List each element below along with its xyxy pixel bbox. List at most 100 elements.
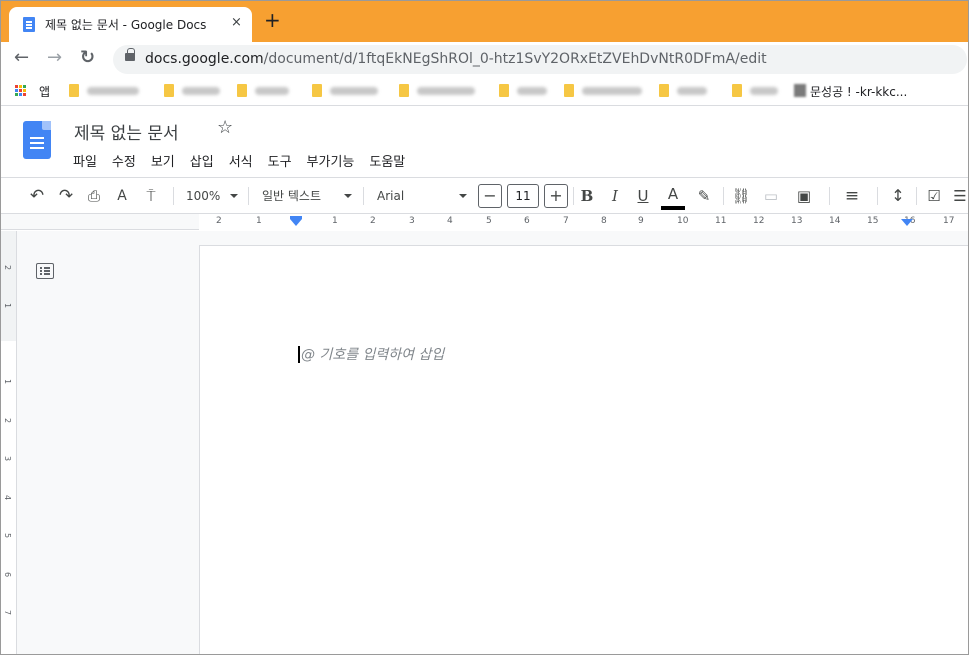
right-indent-handle[interactable] bbox=[901, 219, 913, 226]
align-left-icon[interactable]: ≡ bbox=[837, 185, 867, 207]
text-color-button[interactable]: A bbox=[663, 183, 683, 205]
separator bbox=[877, 187, 878, 205]
paint-format-icon[interactable]: ⍑ bbox=[141, 185, 161, 207]
style-value: 일반 텍스트 bbox=[262, 189, 322, 203]
ruler-label: 1 bbox=[256, 216, 262, 226]
blurred-label bbox=[517, 87, 547, 95]
document-page[interactable]: @ 기호를 입력하여 삽입 bbox=[199, 245, 968, 654]
docs-logo-icon[interactable] bbox=[23, 121, 51, 159]
forward-icon[interactable]: → bbox=[47, 47, 62, 69]
folder-icon bbox=[564, 84, 574, 97]
ruler-label: 10 bbox=[677, 216, 689, 226]
redo-icon[interactable]: ↷ bbox=[56, 185, 76, 207]
ruler-label: 17 bbox=[943, 216, 955, 226]
bookmark-folder[interactable] bbox=[312, 83, 392, 99]
bulleted-list-icon[interactable]: ☰ bbox=[952, 185, 968, 207]
decrease-font-size-button[interactable]: − bbox=[478, 184, 502, 208]
back-icon[interactable]: ← bbox=[14, 47, 29, 69]
address-bar[interactable]: docs.google.com/document/d/1ftqEkNEgShRO… bbox=[113, 45, 967, 74]
ruler-label: 14 bbox=[829, 216, 841, 226]
vruler-label: 2 bbox=[3, 417, 13, 424]
document-outline-icon[interactable] bbox=[36, 263, 54, 279]
paragraph-style-select[interactable]: 일반 텍스트 bbox=[262, 185, 356, 207]
document-title[interactable]: 제목 없는 문서 bbox=[74, 119, 179, 144]
docs-header: 제목 없는 문서 ☆ 파일 수정 보기 삽입 서식 도구 부가기능 도움말 bbox=[1, 107, 968, 177]
star-icon[interactable]: ☆ bbox=[217, 117, 233, 138]
chevron-down-icon bbox=[459, 194, 467, 198]
document-canvas: 2 1 1 2 3 4 5 6 7 @ 기호를 입력하여 삽입 bbox=[1, 231, 968, 654]
apps-label[interactable]: 앱 bbox=[39, 83, 50, 100]
separator bbox=[829, 187, 830, 205]
vruler-label: 4 bbox=[3, 494, 13, 501]
bookmarks-bar: 앱 문성공 ! -kr-kkc... bbox=[1, 77, 968, 106]
undo-icon[interactable]: ↶ bbox=[27, 185, 47, 207]
bookmark-folder[interactable] bbox=[69, 83, 149, 99]
blurred-label bbox=[87, 87, 139, 95]
vruler-label: 1 bbox=[3, 302, 13, 309]
browser-tab[interactable]: 제목 없는 문서 - Google Docs × bbox=[9, 7, 252, 42]
blurred-label bbox=[182, 87, 220, 95]
bookmark-folder[interactable] bbox=[564, 83, 648, 99]
menu-help[interactable]: 도움말 bbox=[369, 151, 405, 171]
underline-button[interactable]: U bbox=[633, 185, 653, 207]
font-value: Arial bbox=[377, 189, 405, 203]
ruler-label: 12 bbox=[753, 216, 765, 226]
ruler-label: 8 bbox=[601, 216, 607, 226]
menu-file[interactable]: 파일 bbox=[73, 151, 97, 171]
insert-image-icon[interactable]: ▣ bbox=[789, 185, 819, 207]
apps-grid-icon[interactable] bbox=[15, 85, 27, 97]
checklist-icon[interactable]: ☑ bbox=[924, 185, 944, 207]
ruler-label: 15 bbox=[867, 216, 879, 226]
url-text[interactable]: docs.google.com/document/d/1ftqEkNEgShRO… bbox=[145, 51, 767, 67]
menu-insert[interactable]: 삽입 bbox=[190, 151, 214, 171]
new-tab-button[interactable]: + bbox=[264, 8, 281, 32]
ruler-margin-area bbox=[1, 231, 16, 341]
vruler-label: 1 bbox=[3, 378, 13, 385]
bookmark-folder[interactable] bbox=[732, 83, 787, 99]
blurred-label bbox=[582, 87, 642, 95]
bold-button[interactable]: B bbox=[577, 185, 597, 207]
folder-icon bbox=[164, 84, 174, 97]
italic-button[interactable]: I bbox=[605, 185, 625, 207]
menu-addons[interactable]: 부가기능 bbox=[307, 151, 355, 171]
font-size-input[interactable]: 11 bbox=[507, 184, 539, 208]
lock-icon[interactable] bbox=[125, 48, 135, 61]
spellcheck-icon[interactable]: A bbox=[112, 185, 132, 207]
menu-bar: 파일 수정 보기 삽입 서식 도구 부가기능 도움말 bbox=[73, 151, 420, 171]
ruler-label: 7 bbox=[563, 216, 569, 226]
ruler-label: 4 bbox=[447, 216, 453, 226]
chevron-down-icon bbox=[344, 194, 352, 198]
separator bbox=[723, 187, 724, 205]
increase-font-size-button[interactable]: + bbox=[544, 184, 568, 208]
comment-icon[interactable]: ▭ bbox=[761, 185, 781, 207]
zoom-select[interactable]: 100% bbox=[186, 185, 241, 207]
bookmark-folder[interactable] bbox=[164, 83, 234, 99]
menu-format[interactable]: 서식 bbox=[229, 151, 253, 171]
folder-icon bbox=[237, 84, 247, 97]
folder-icon bbox=[499, 84, 509, 97]
ruler-label: 9 bbox=[638, 216, 644, 226]
font-select[interactable]: Arial bbox=[377, 185, 471, 207]
chevron-down-icon bbox=[230, 194, 238, 198]
blurred-label bbox=[677, 87, 707, 95]
ruler-label: 6 bbox=[524, 216, 530, 226]
tab-title: 제목 없는 문서 - Google Docs bbox=[45, 18, 207, 32]
menu-edit[interactable]: 수정 bbox=[112, 151, 136, 171]
print-icon[interactable]: ⎙ bbox=[84, 185, 104, 207]
menu-tools[interactable]: 도구 bbox=[268, 151, 292, 171]
bookmark-folder[interactable] bbox=[499, 83, 559, 99]
folder-icon bbox=[312, 84, 322, 97]
line-spacing-icon[interactable]: ↕ bbox=[886, 185, 910, 207]
bookmark-folder[interactable] bbox=[399, 83, 489, 99]
bookmark-folder[interactable] bbox=[659, 83, 719, 99]
bookmark-folder[interactable] bbox=[237, 83, 303, 99]
blurred-label bbox=[417, 87, 475, 95]
reload-icon[interactable]: ↻ bbox=[80, 47, 95, 69]
tab-close-icon[interactable]: × bbox=[231, 15, 242, 30]
browser-toolbar: ← → ↻ docs.google.com/document/d/1ftqEkN… bbox=[1, 42, 968, 77]
highlight-icon[interactable]: ✎ bbox=[694, 185, 714, 207]
left-indent-handle[interactable] bbox=[290, 219, 302, 226]
link-icon[interactable]: ⛓ bbox=[731, 185, 751, 207]
menu-view[interactable]: 보기 bbox=[151, 151, 175, 171]
ruler-label: 5 bbox=[486, 216, 492, 226]
